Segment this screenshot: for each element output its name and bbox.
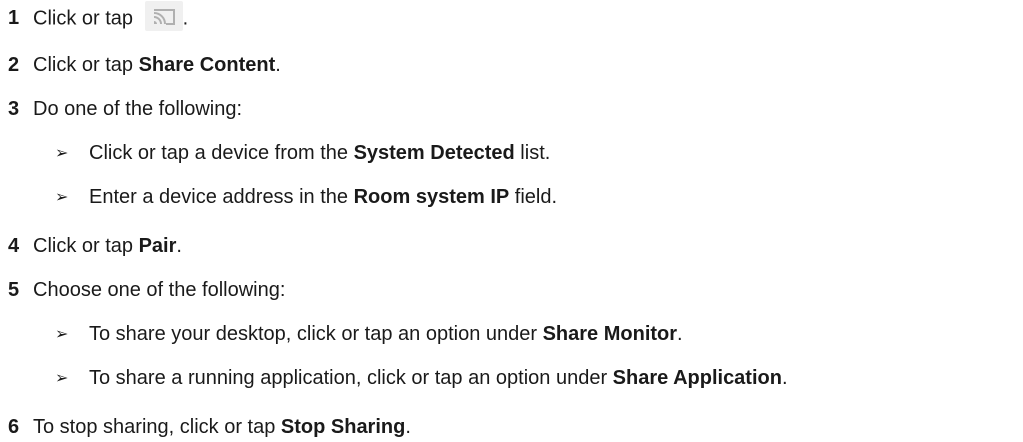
step-text-end: . — [405, 416, 411, 438]
bullet-arrow-icon: ➢ — [55, 143, 69, 162]
step-text: Click or tap — [33, 54, 139, 76]
step-number: 4 — [8, 235, 20, 257]
option-text: Enter a device address in the — [89, 186, 354, 208]
instructions-document: 1 Click or tap . 2 Click or tap Share Cont… — [0, 0, 1023, 442]
step-number: 2 — [8, 54, 20, 76]
step-5: 5 Choose one of the following: — [8, 278, 285, 302]
step-1: 1 Click or tap . — [8, 1, 189, 34]
step-5-option-2: ➢ To share a running application, click o… — [55, 366, 788, 391]
step-2: 2 Click or tap Share Content. — [8, 53, 281, 77]
step-text: To stop sharing, click or tap — [33, 416, 281, 438]
step-text: Click or tap — [33, 235, 139, 257]
option-text: To share your desktop, click or tap an o… — [89, 323, 543, 345]
option-text-end: . — [781, 367, 788, 389]
bullet-arrow-icon: ➢ — [55, 187, 69, 206]
ui-term-share-monitor: Share Monitor — [542, 323, 678, 345]
bullet-arrow-icon: ➢ — [55, 368, 69, 387]
step-text-end: . — [176, 235, 182, 257]
step-number: 5 — [8, 279, 20, 301]
step-text: Choose one of the following: — [33, 279, 286, 301]
bullet-arrow-icon: ➢ — [55, 324, 69, 343]
step-text: Click or tap — [33, 7, 139, 30]
step-3: 3 Do one of the following: — [8, 97, 242, 121]
step-3-option-2: ➢ Enter a device address in the Room syst… — [55, 185, 557, 210]
option-text-end: field. — [509, 186, 558, 208]
step-number: 3 — [8, 98, 20, 120]
step-4: 4 Click or tap Pair. — [8, 234, 182, 258]
step-number: 6 — [8, 416, 20, 438]
option-text-end: list. — [514, 142, 551, 164]
option-text: To share a running application, click or… — [89, 367, 613, 389]
ui-term-stop-sharing: Stop Sharing — [280, 416, 406, 438]
cast-icon — [144, 1, 183, 31]
step-text-end: . — [182, 7, 189, 30]
ui-term-system-detected: System Detected — [353, 142, 515, 164]
step-5-option-1: ➢ To share your desktop, click or tap an … — [55, 322, 683, 347]
step-6: 6 To stop sharing, click or tap Stop Shar… — [8, 415, 411, 439]
ui-term-room-system-ip: Room system IP — [353, 186, 510, 208]
ui-term-share-application: Share Application — [612, 367, 782, 389]
ui-term-share-content: Share Content — [138, 54, 276, 76]
step-3-option-1: ➢ Click or tap a device from the System D… — [55, 141, 550, 166]
ui-term-pair: Pair — [138, 235, 177, 257]
option-text: Click or tap a device from the — [89, 142, 354, 164]
step-number: 1 — [8, 7, 20, 30]
step-text-end: . — [275, 54, 281, 76]
step-text: Do one of the following: — [33, 98, 243, 120]
option-text-end: . — [677, 323, 683, 345]
